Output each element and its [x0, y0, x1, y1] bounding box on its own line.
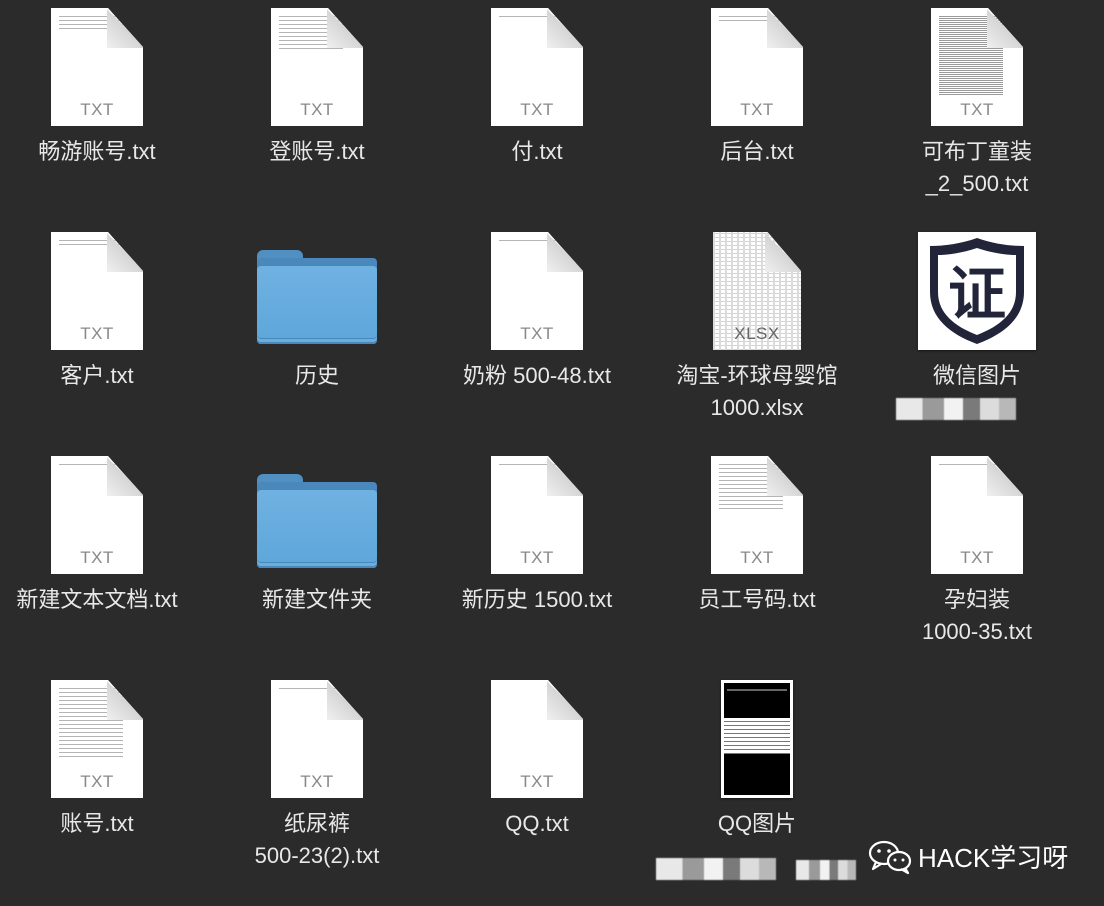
file-name: QQ.txt [505, 811, 569, 836]
file-item[interactable]: TXT 奶粉 500-48.txt [427, 224, 647, 448]
file-name: 奶粉 500-48.txt [463, 363, 611, 388]
folder-item[interactable]: 新建文件夹 [207, 448, 427, 672]
file-name: 后台.txt [720, 139, 794, 164]
watermark-text: HACK学习呀 [918, 843, 1069, 873]
file-item[interactable]: TXT 账号.txt [0, 672, 207, 896]
file-item[interactable]: TXT 畅游账号.txt [0, 0, 207, 224]
file-name: 账号.txt [60, 811, 134, 836]
file-name: 孕妇装 1000-35.txt [921, 587, 1033, 644]
folder-icon [257, 248, 377, 344]
file-item[interactable]: TXT 孕妇装 1000-35.txt [867, 448, 1087, 672]
file-name: 畅游账号.txt [38, 139, 156, 164]
txt-document-icon: TXT [711, 456, 803, 574]
file-grid: TXT 畅游账号.txt TXT 登账号.txt TXT 付.txt TXT 后… [0, 0, 1104, 906]
pixelation-mask [896, 398, 1016, 420]
file-item[interactable]: TXT 可布丁童装 _2_500.txt [867, 0, 1087, 224]
txt-document-icon: TXT [931, 456, 1023, 574]
file-item[interactable]: TXT 客户.txt [0, 224, 207, 448]
file-name: 新建文本文档.txt [16, 587, 178, 612]
file-item[interactable]: TXT 员工号码.txt [647, 448, 867, 672]
txt-document-icon: TXT [271, 680, 363, 798]
watermark: HACK学习呀 [868, 838, 1068, 875]
xlsx-document-icon: XLSX [713, 232, 801, 350]
badge-character: 证 [948, 260, 1006, 328]
pixelation-mask [796, 860, 856, 880]
file-name: 登账号.txt [269, 139, 365, 164]
file-name: QQ图片 [717, 811, 797, 836]
file-item[interactable]: TXT 纸尿裤 500-23(2).txt [207, 672, 427, 896]
txt-document-icon: TXT [491, 8, 583, 126]
file-item[interactable]: TXT QQ.txt [427, 672, 647, 896]
file-name: 付.txt [511, 139, 563, 164]
file-item[interactable]: TXT 登账号.txt [207, 0, 427, 224]
file-item[interactable]: TXT 新建文本文档.txt [0, 448, 207, 672]
image-thumbnail-icon [721, 680, 793, 798]
file-item[interactable]: TXT 新历史 1500.txt [427, 448, 647, 672]
folder-name: 新建文件夹 [261, 587, 372, 612]
folder-name: 历史 [294, 363, 339, 388]
file-name: 淘宝-环球母婴馆 1000.xlsx [676, 363, 838, 420]
shield-icon: 证 [930, 238, 1024, 344]
folder-icon [257, 472, 377, 568]
txt-document-icon: TXT [711, 8, 803, 126]
file-name: 纸尿裤 500-23(2).txt [254, 811, 380, 868]
file-item[interactable]: TXT 后台.txt [647, 0, 867, 224]
txt-document-icon: TXT [931, 8, 1023, 126]
txt-document-icon: TXT [51, 8, 143, 126]
file-name: 可布丁童装 _2_500.txt [921, 139, 1032, 196]
txt-document-icon: TXT [491, 680, 583, 798]
txt-document-icon: TXT [271, 8, 363, 126]
file-name: 员工号码.txt [698, 587, 816, 612]
txt-document-icon: TXT [51, 456, 143, 574]
file-item[interactable]: XLSX 淘宝-环球母婴馆 1000.xlsx [647, 224, 867, 448]
wechat-icon [868, 840, 912, 874]
pixelation-mask [656, 858, 776, 880]
txt-document-icon: TXT [51, 232, 143, 350]
txt-document-icon: TXT [491, 456, 583, 574]
folder-item[interactable]: 历史 [207, 224, 427, 448]
txt-document-icon: TXT [51, 680, 143, 798]
txt-document-icon: TXT [491, 232, 583, 350]
file-item[interactable]: TXT 付.txt [427, 0, 647, 224]
image-thumbnail-icon: 证 [918, 232, 1036, 350]
file-name: 客户.txt [60, 363, 134, 388]
file-name: 新历史 1500.txt [461, 587, 613, 612]
